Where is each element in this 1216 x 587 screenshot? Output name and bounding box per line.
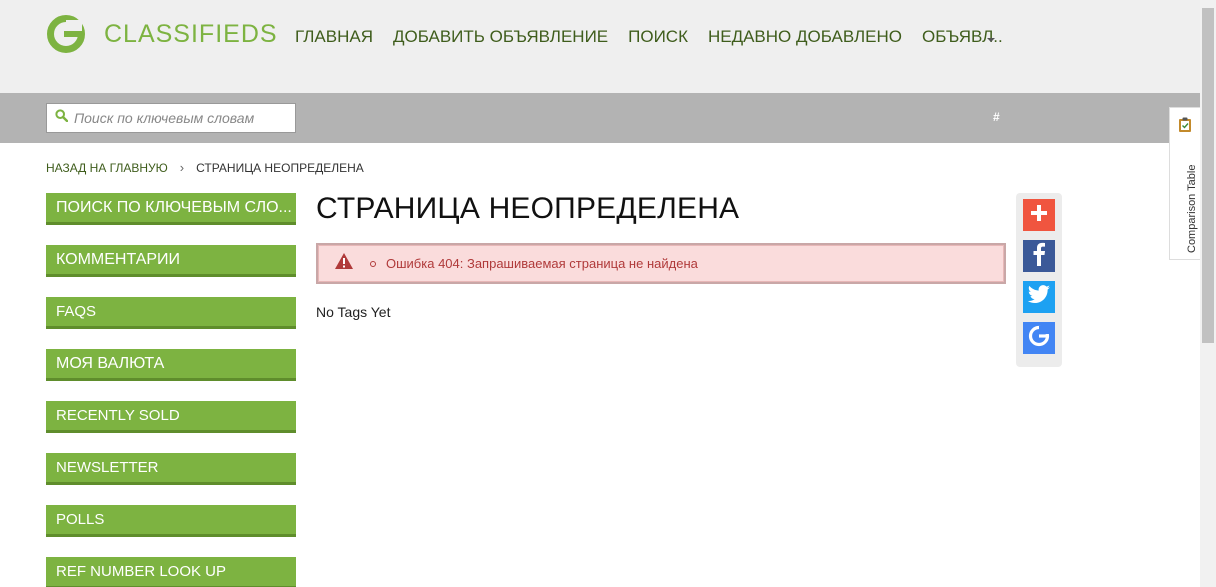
logo[interactable]: CLASSIFIEDS [46,14,278,54]
nav-recently-added[interactable]: НЕДАВНО ДОБАВЛЕНО [708,27,902,47]
comparison-table-tab[interactable]: Comparison Table [1169,107,1200,260]
share-facebook-button[interactable] [1023,240,1055,272]
hash-link[interactable]: # [993,110,1000,124]
facebook-icon [1032,242,1046,271]
comparison-table-label: Comparison Table [1186,164,1198,253]
page-title: СТРАНИЦА НЕОПРЕДЕЛЕНА [316,192,740,225]
sidebar-item-keyword-search[interactable]: ПОИСК ПО КЛЮЧЕВЫМ СЛО... [46,193,296,225]
search-input[interactable] [74,110,284,126]
nav-home[interactable]: ГЛАВНАЯ [295,27,373,47]
search-icon [55,109,69,127]
breadcrumb: НАЗАД НА ГЛАВНУЮ › СТРАНИЦА НЕОПРЕДЕЛЕНА [46,160,364,175]
breadcrumb-current: СТРАНИЦА НЕОПРЕДЕЛЕНА [196,160,364,175]
chevron-right-icon: › [179,160,185,175]
logo-g-icon [46,14,86,54]
share-plus-button[interactable] [1023,199,1055,231]
sidebar-item-my-currency[interactable]: МОЯ ВАЛЮТА [46,349,296,381]
plus-icon [1030,204,1048,227]
google-icon [1027,324,1051,353]
twitter-icon [1027,284,1051,310]
nav-search[interactable]: ПОИСК [628,27,688,47]
scrollbar-thumb[interactable] [1202,8,1214,343]
sidebar-item-faqs[interactable]: FAQS [46,297,296,329]
sidebar-item-newsletter[interactable]: NEWSLETTER [46,453,296,485]
clipboard-icon [1178,117,1192,138]
sidebar-item-polls[interactable]: POLLS [46,505,296,537]
nav-more-caret-icon[interactable] [987,38,995,42]
share-google-button[interactable] [1023,322,1055,354]
sidebar-item-recently-sold[interactable]: RECENTLY SOLD [46,401,296,433]
share-twitter-button[interactable] [1023,281,1055,313]
nav-add-listing[interactable]: ДОБАВИТЬ ОБЪЯВЛЕНИЕ [393,27,608,47]
brand-name: CLASSIFIEDS [104,19,278,48]
tags-text: No Tags Yet [316,304,391,320]
main-nav: ГЛАВНАЯ ДОБАВИТЬ ОБЪЯВЛЕНИЕ ПОИСК НЕДАВН… [295,27,1023,47]
warning-icon [334,252,354,275]
nav-listings[interactable]: ОБЪЯВЛ.. [922,27,1003,47]
site-header: CLASSIFIEDS ГЛАВНАЯ ДОБАВИТЬ ОБЪЯВЛЕНИЕ … [0,0,1200,93]
sidebar-item-ref-number-lookup[interactable]: REF NUMBER LOOK UP [46,557,296,587]
bullet-icon [370,260,376,267]
search-bar: # [0,93,1200,143]
sidebar: ПОИСК ПО КЛЮЧЕВЫМ СЛО... КОММЕНТАРИИ FAQ… [46,193,296,587]
sidebar-item-comments[interactable]: КОММЕНТАРИИ [46,245,296,277]
share-panel [1016,193,1062,367]
error-message: Ошибка 404: Запрашиваемая страница не на… [386,256,698,271]
error-alert: Ошибка 404: Запрашиваемая страница не на… [316,243,1006,284]
breadcrumb-home-link[interactable]: НАЗАД НА ГЛАВНУЮ [46,161,168,175]
search-box [46,103,296,133]
